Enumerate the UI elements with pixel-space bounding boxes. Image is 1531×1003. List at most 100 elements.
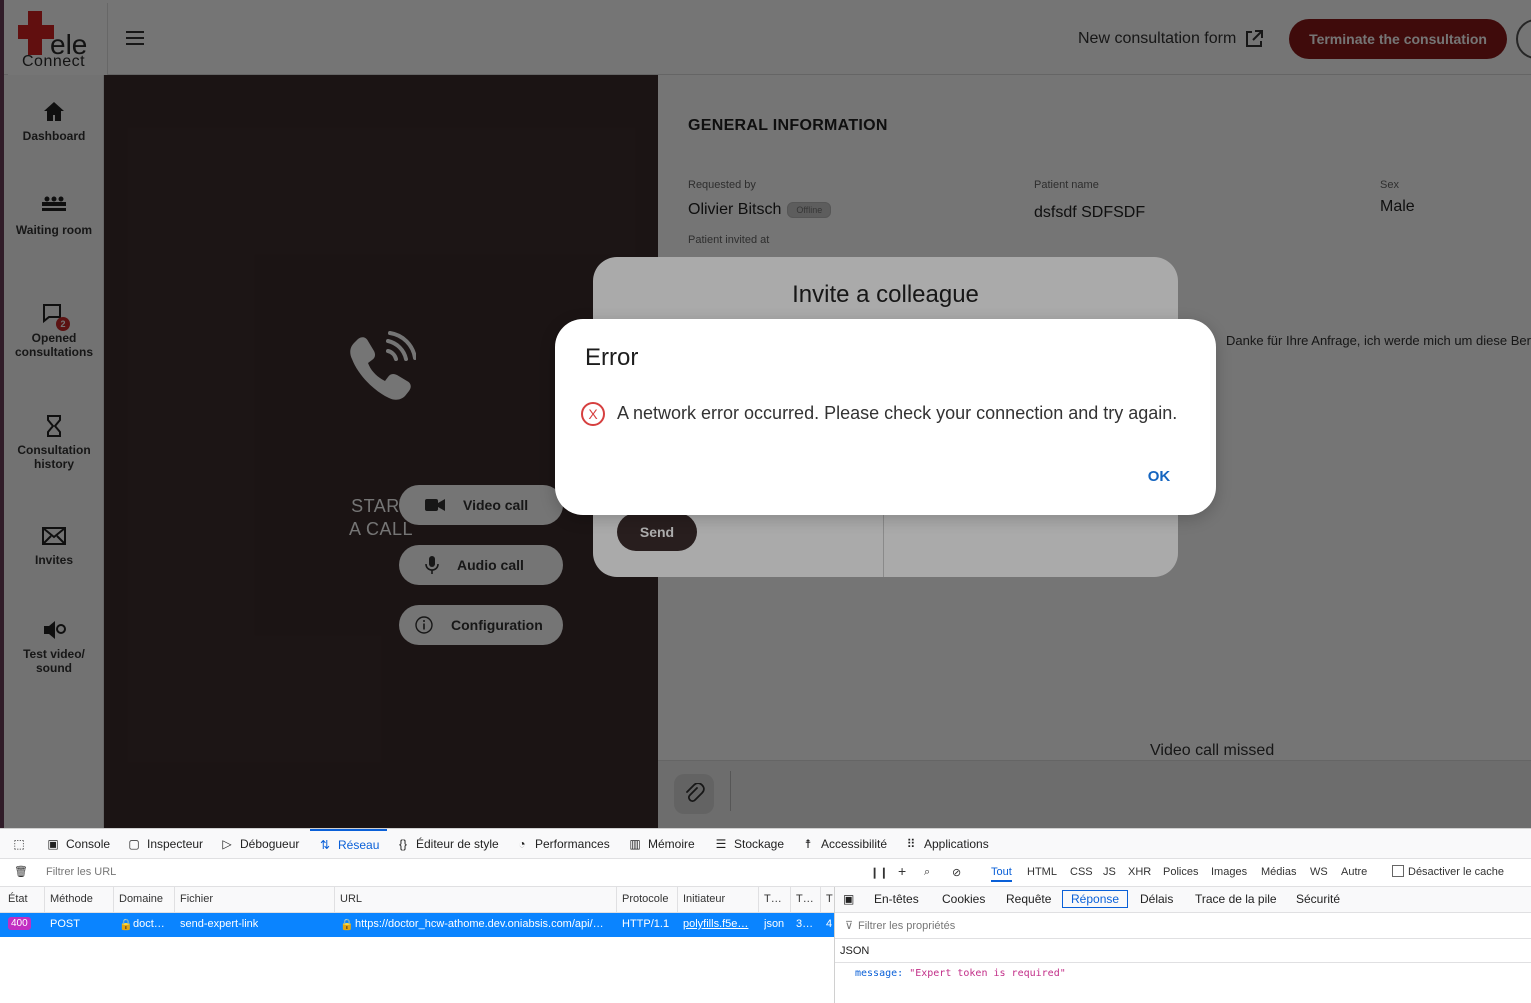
col-protocole[interactable]: Protocole (622, 893, 668, 905)
col-divider (616, 887, 617, 913)
tab-securite[interactable]: Sécurité (1296, 892, 1340, 906)
error-message: A network error occurred. Please check y… (617, 403, 1178, 423)
filter-medias[interactable]: Médias (1261, 866, 1296, 878)
tab-label: Console (66, 837, 111, 851)
tab-debogueur[interactable]: ▷ Débogueur (220, 829, 299, 859)
error-x-icon: X (581, 402, 605, 426)
request-type: json (764, 918, 785, 930)
applications-icon: ⠿ (906, 837, 916, 851)
col-divider (113, 887, 114, 913)
url-filter-input[interactable]: Filtrer les URL (46, 866, 116, 878)
request-file: send-expert-link (180, 918, 259, 930)
property-filter-placeholder: Filtrer les propriétés (858, 920, 956, 932)
filter-tout[interactable]: Tout (991, 866, 1012, 882)
search-icon[interactable]: ⌕ (924, 866, 930, 879)
tab-reseau[interactable]: ⇅ Réseau (310, 829, 388, 859)
filter-autre[interactable]: Autre (1341, 866, 1367, 878)
json-key: message: (855, 968, 904, 979)
json-section-label[interactable]: JSON (835, 939, 1531, 963)
network-filter-bar: 🗑 Filtrer les URL ❙❙ + ⌕ ⊘ Tout HTML CSS… (0, 859, 1531, 887)
request-method: POST (50, 918, 80, 930)
filter-css[interactable]: CSS (1070, 866, 1093, 878)
col-url[interactable]: URL (340, 893, 362, 905)
col-etat[interactable]: État (8, 893, 28, 905)
tab-reponse[interactable]: Réponse (1062, 890, 1129, 908)
tab-accessibilite[interactable]: ☨ Accessibilité (801, 829, 887, 859)
col-fichier[interactable]: Fichier (180, 893, 213, 905)
col-methode[interactable]: Méthode (50, 893, 93, 905)
tab-label: Réseau (338, 838, 380, 852)
accessibility-icon: ☨ (804, 837, 812, 851)
request-details-tabs: ▣ En-têtes Cookies Requête Réponse Délai… (835, 887, 1531, 913)
error-dialog-title: Error (585, 344, 639, 371)
block-icon[interactable]: ⊘ (952, 866, 961, 879)
request-protocol: HTTP/1.1 (622, 918, 670, 930)
request-size: 4 (826, 918, 833, 930)
filter-icon: ⊽ (845, 920, 854, 932)
tab-performances[interactable]: ◔ Performances (515, 829, 610, 859)
tab-trace-de-la-pile[interactable]: Trace de la pile (1195, 892, 1277, 906)
tab-label: Stockage (734, 837, 785, 851)
tab-label: Débogueur (240, 837, 300, 851)
filter-js[interactable]: JS (1103, 866, 1116, 878)
col-transfere[interactable]: T… (796, 893, 814, 905)
add-icon[interactable]: + (898, 863, 906, 879)
tab-memoire[interactable]: ▥ Mémoire (628, 829, 695, 859)
console-icon: ▣ (47, 837, 59, 851)
col-divider (174, 887, 175, 913)
memory-icon: ▥ (629, 837, 641, 851)
tab-console[interactable]: ▣ Console (46, 829, 110, 859)
tab-label: Inspecteur (147, 837, 204, 851)
tab-editeur-de-style[interactable]: {} Éditeur de style (396, 829, 499, 859)
tab-stockage[interactable]: ☰ Stockage (714, 829, 784, 859)
filter-images[interactable]: Images (1211, 866, 1247, 878)
tab-cookies[interactable]: Cookies (942, 892, 985, 906)
tab-delais[interactable]: Délais (1140, 892, 1173, 906)
col-divider (758, 887, 759, 913)
tab-label: Mémoire (648, 837, 695, 851)
toggle-panel-icon[interactable]: ▣ (843, 892, 854, 906)
tab-label: Éditeur de style (416, 837, 499, 851)
devtools-panel: ⬚ ▣ Console ▢ Inspecteur ▷ Débogueur ⇅ Résea… (0, 828, 1531, 1003)
filter-polices[interactable]: Polices (1163, 866, 1198, 878)
tab-inspecteur[interactable]: ▢ Inspecteur (127, 829, 203, 859)
col-divider (677, 887, 678, 913)
picker-icon: ⬚ (13, 837, 25, 851)
property-filter-input[interactable]: ⊽ Filtrer les propriétés (835, 913, 1531, 939)
col-divider (820, 887, 821, 913)
tab-requete[interactable]: Requête (1006, 892, 1051, 906)
disable-cache-checkbox[interactable] (1392, 865, 1404, 877)
performance-icon: ◔ (518, 837, 526, 851)
request-initiator[interactable]: polyfills.f5e… (683, 918, 755, 930)
status-badge: 400 (8, 917, 31, 930)
lock-icon: 🔒 (119, 919, 133, 931)
col-divider (334, 887, 335, 913)
json-value: "Expert token is required" (909, 968, 1066, 979)
col-initiateur[interactable]: Initiateur (683, 893, 725, 905)
ok-button[interactable]: OK (1141, 468, 1177, 490)
style-editor-icon: {} (398, 837, 407, 851)
col-type[interactable]: T… (764, 893, 782, 905)
network-icon: ⇅ (319, 838, 331, 852)
json-property-row[interactable]: message: "Expert token is required" (855, 968, 1066, 979)
filter-ws[interactable]: WS (1310, 866, 1328, 878)
col-domaine[interactable]: Domaine (119, 893, 163, 905)
lock-icon: 🔒 (340, 919, 354, 931)
debugger-icon: ▷ (222, 837, 232, 851)
request-url: https://doctor_hcw-athome.dev.oniabsis.c… (355, 918, 604, 930)
filter-xhr[interactable]: XHR (1128, 866, 1151, 878)
request-domain: doct… (133, 918, 165, 930)
devtools-toolbar: ⬚ ▣ Console ▢ Inspecteur ▷ Débogueur ⇅ Résea… (0, 829, 1531, 859)
tab-label: Accessibilité (821, 837, 888, 851)
element-picker-button[interactable]: ⬚ (12, 829, 26, 859)
filter-html[interactable]: HTML (1027, 866, 1057, 878)
col-taille[interactable]: T (826, 893, 833, 905)
tab-en-tetes[interactable]: En-têtes (874, 892, 919, 906)
pause-icon[interactable]: ❙❙ (870, 866, 888, 879)
trash-icon[interactable]: 🗑 (14, 865, 28, 878)
tab-label: Performances (535, 837, 610, 851)
col-divider (790, 887, 791, 913)
table-row[interactable]: 400 POST 🔒 doct… send-expert-link 🔒 http… (0, 913, 835, 937)
inspector-icon: ▢ (128, 837, 140, 851)
tab-applications[interactable]: ⠿ Applications (904, 829, 989, 859)
